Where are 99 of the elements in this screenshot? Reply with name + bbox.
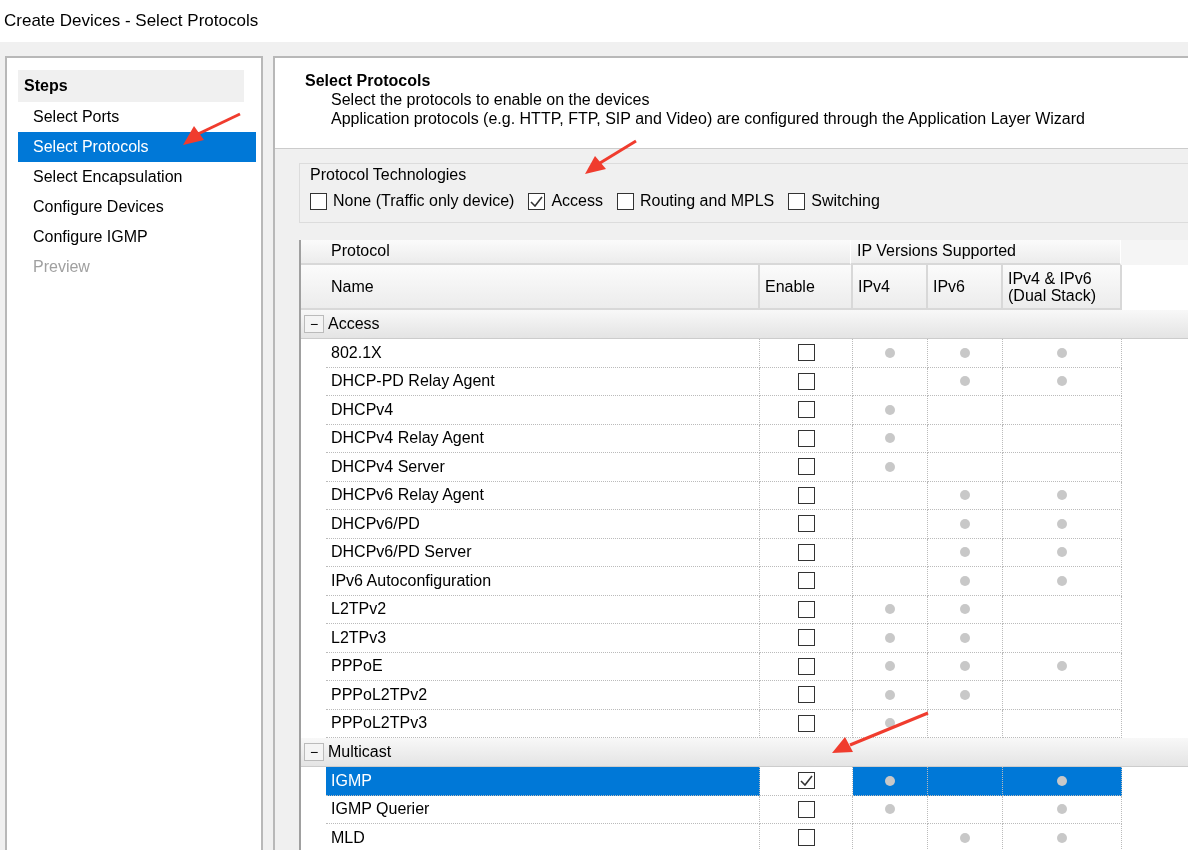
protocol-name-cell[interactable]: PPPoL2TPv2: [326, 681, 760, 710]
supported-dot: [1057, 518, 1067, 529]
checkbox[interactable]: [797, 401, 815, 419]
column-header[interactable]: Enable: [760, 265, 853, 310]
checkbox[interactable]: [797, 572, 815, 590]
supported-dot: [885, 804, 895, 815]
checkbox[interactable]: [797, 829, 815, 847]
supported-dot: [1057, 775, 1067, 786]
protocol-name-cell[interactable]: DHCPv6 Relay Agent: [326, 481, 760, 510]
check-icon: [799, 775, 813, 787]
supported-dot: [960, 689, 970, 700]
checkbox-label[interactable]: Switching: [811, 192, 880, 210]
supported-dot: [1057, 832, 1067, 843]
protocol-name-cell[interactable]: IPv6 Autoconfiguration: [326, 567, 760, 596]
protocol-name-cell[interactable]: L2TPv2: [326, 595, 760, 624]
checkbox[interactable]: [797, 800, 815, 818]
description-text: Select the protocols to enable on the devices: [330, 90, 651, 109]
collapse-button[interactable]: −: [304, 743, 324, 761]
supported-dot: [885, 404, 895, 415]
supported-dot: [960, 632, 970, 643]
checkbox[interactable]: [797, 657, 815, 675]
supported-dot: [1057, 547, 1067, 558]
supported-dot: [960, 376, 970, 387]
protocol-name-cell[interactable]: IGMP Querier: [326, 795, 760, 824]
supported-dot: [960, 347, 970, 358]
checkbox-label[interactable]: None (Traffic only device): [333, 192, 515, 210]
checkbox[interactable]: [797, 344, 815, 362]
page-heading: Select Protocols: [305, 72, 432, 90]
protocol-name-cell[interactable]: DHCPv4 Server: [326, 453, 760, 482]
supported-dot: [1057, 490, 1067, 501]
protocol-name-cell[interactable]: DHCPv4 Relay Agent: [326, 424, 760, 453]
supported-dot: [1057, 575, 1067, 586]
annotation-arrow: [183, 112, 241, 145]
step-item[interactable]: Configure IGMP: [18, 222, 256, 252]
steps-heading: Steps: [18, 70, 244, 102]
supported-dot: [885, 718, 895, 729]
checkbox[interactable]: [797, 714, 815, 732]
supported-dot: [1057, 661, 1067, 672]
group-row-label: Multicast: [328, 743, 392, 761]
supported-dot: [1057, 804, 1067, 815]
checkbox[interactable]: [788, 192, 806, 210]
protocol-name-cell[interactable]: DHCPv6/PD: [326, 510, 760, 539]
protocol-name-cell[interactable]: PPPoE: [326, 652, 760, 681]
supported-dot: [885, 604, 895, 615]
supported-dot: [1057, 347, 1067, 358]
supported-dot: [960, 575, 970, 586]
column-header[interactable]: IPv4: [853, 265, 928, 310]
column-group-header: Protocol: [301, 240, 851, 265]
checkbox[interactable]: [797, 429, 815, 447]
protocol-name-cell[interactable]: DHCPv4: [326, 396, 760, 425]
step-item[interactable]: Configure Devices: [18, 192, 256, 222]
supported-dot: [885, 775, 895, 786]
supported-dot: [885, 689, 895, 700]
column-header[interactable]: Name: [301, 265, 760, 310]
column-header[interactable]: IPv6: [928, 265, 1003, 310]
supported-dot: [885, 433, 895, 444]
checkbox[interactable]: [797, 600, 815, 618]
protocol-name-cell[interactable]: IGMP: [326, 767, 760, 796]
step-item[interactable]: Select Protocols: [18, 132, 256, 162]
supported-dot: [960, 547, 970, 558]
collapse-button[interactable]: −: [304, 315, 324, 333]
supported-dot: [960, 604, 970, 615]
supported-dot: [1057, 376, 1067, 387]
description-text: Application protocols (e.g. HTTP, FTP, SIP and Video) are configured through the Application Layer Wizard: [330, 109, 1086, 128]
checkbox-label[interactable]: Routing and MPLS: [640, 192, 775, 210]
supported-dot: [960, 661, 970, 672]
checkbox[interactable]: [797, 458, 815, 476]
protocol-name-cell[interactable]: DHCP-PD Relay Agent: [326, 367, 760, 396]
protocol-name-cell[interactable]: 802.1X: [326, 339, 760, 368]
checkbox[interactable]: [797, 486, 815, 504]
supported-dot: [885, 347, 895, 358]
protocol-name-cell[interactable]: L2TPv3: [326, 624, 760, 653]
checkbox[interactable]: [310, 192, 327, 210]
group-row-label: Access: [328, 315, 380, 333]
checkbox[interactable]: [617, 192, 634, 210]
checkbox-label[interactable]: Access: [551, 192, 603, 210]
checkbox[interactable]: [797, 629, 815, 647]
step-item[interactable]: Select Encapsulation: [18, 162, 256, 192]
check-icon: [530, 195, 544, 207]
checkbox[interactable]: [797, 372, 815, 390]
checkbox[interactable]: [797, 686, 815, 704]
checkbox[interactable]: [797, 772, 815, 790]
checkbox[interactable]: [797, 543, 815, 561]
column-header[interactable]: IPv4 & IPv6 (Dual Stack): [1003, 265, 1122, 310]
supported-dot: [885, 661, 895, 672]
checkbox[interactable]: [797, 515, 815, 533]
supported-dot: [960, 832, 970, 843]
group-label: Protocol Technologies: [310, 166, 467, 184]
protocol-name-cell[interactable]: DHCPv6/PD Server: [326, 538, 760, 567]
supported-dot: [885, 461, 895, 472]
window-title: Create Devices - Select Protocols: [4, 11, 259, 31]
checkbox[interactable]: [528, 192, 546, 210]
supported-dot: [960, 490, 970, 501]
column-group-header: IP Versions Supported: [851, 240, 1121, 265]
supported-dot: [960, 518, 970, 529]
protocol-name-cell[interactable]: MLD: [326, 824, 760, 850]
step-item[interactable]: Select Ports: [18, 102, 256, 132]
supported-dot: [885, 632, 895, 643]
annotation-arrow: [585, 139, 637, 174]
